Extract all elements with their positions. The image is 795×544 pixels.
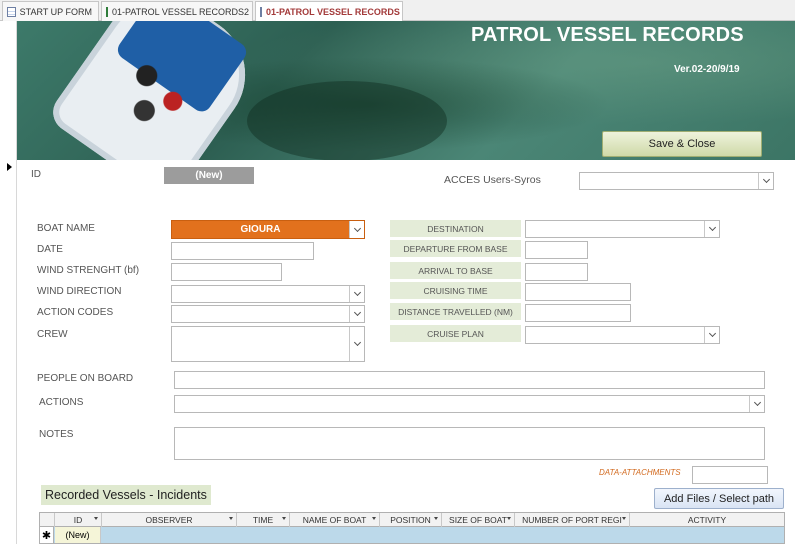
crew-combo[interactable] bbox=[171, 326, 365, 362]
boat-name-value: GIOURA bbox=[240, 224, 281, 235]
chevron-down-icon[interactable] bbox=[349, 306, 364, 322]
column-header-activity[interactable]: ACTIVITY bbox=[630, 513, 784, 527]
table-icon bbox=[106, 6, 108, 17]
column-label: ACTIVITY bbox=[687, 515, 727, 525]
tab-start-up-form[interactable]: START UP FORM bbox=[2, 1, 99, 21]
wind-strength-field[interactable] bbox=[171, 263, 282, 281]
destination-label: DESTINATION bbox=[390, 220, 521, 237]
boat-name-label: BOAT NAME bbox=[37, 223, 95, 234]
boat-name-combo[interactable]: GIOURA bbox=[171, 220, 365, 239]
departure-label: DEPARTURE FROM BASE bbox=[390, 240, 521, 257]
arrival-field[interactable] bbox=[525, 263, 588, 281]
column-header-size-of-boat[interactable]: SIZE OF BOAT bbox=[442, 513, 515, 527]
sort-arrow-icon bbox=[282, 517, 286, 520]
save-close-button[interactable]: Save & Close bbox=[602, 131, 762, 157]
new-record-id-cell[interactable]: (New) bbox=[55, 527, 101, 543]
header-photo-water bbox=[247, 81, 447, 160]
distance-field[interactable] bbox=[525, 304, 631, 322]
sort-arrow-icon bbox=[507, 517, 511, 520]
form-header: PATROL VESSEL RECORDS Ver.02-20/9/19 Sav… bbox=[17, 21, 795, 160]
people-on-board-field[interactable] bbox=[174, 371, 765, 389]
add-files-button[interactable]: Add Files / Select path bbox=[654, 488, 784, 509]
tab-label: 01-PATROL VESSEL RECORDS bbox=[266, 7, 400, 17]
column-label: POSITION bbox=[390, 515, 431, 525]
sort-arrow-icon bbox=[94, 517, 98, 520]
chevron-down-icon[interactable] bbox=[349, 327, 364, 361]
destination-combo[interactable] bbox=[525, 220, 720, 238]
cruise-plan-label: CRUISE PLAN bbox=[390, 325, 521, 342]
chevron-down-icon[interactable] bbox=[349, 286, 364, 302]
arrival-label: ARRIVAL TO BASE bbox=[390, 262, 521, 279]
action-codes-label: ACTION CODES bbox=[37, 307, 114, 318]
chevron-down-icon[interactable] bbox=[704, 221, 719, 237]
column-label: NUMBER OF PORT REGI bbox=[522, 515, 622, 525]
record-selector[interactable] bbox=[0, 21, 17, 544]
date-label: DATE bbox=[37, 244, 63, 255]
chevron-down-icon[interactable] bbox=[749, 396, 764, 412]
data-attachments-label: DATA-ATTACHMENTS bbox=[599, 468, 681, 477]
departure-field[interactable] bbox=[525, 241, 588, 259]
sort-arrow-icon bbox=[622, 517, 626, 520]
sort-arrow-icon bbox=[229, 517, 233, 520]
column-header-time[interactable]: TIME bbox=[237, 513, 290, 527]
subform-title: Recorded Vessels - Incidents bbox=[41, 485, 211, 505]
column-label: OBSERVER bbox=[145, 515, 193, 525]
acces-users-combo[interactable] bbox=[579, 172, 774, 190]
crew-label: CREW bbox=[37, 329, 68, 340]
column-header-port-registry[interactable]: NUMBER OF PORT REGI bbox=[515, 513, 630, 527]
column-header-id[interactable]: ID bbox=[55, 513, 102, 527]
datasheet-header: ID OBSERVER TIME NAME OF BOAT POSITION S… bbox=[40, 513, 784, 527]
column-header-name-of-boat[interactable]: NAME OF BOAT bbox=[290, 513, 380, 527]
date-field[interactable] bbox=[171, 242, 314, 260]
recorded-vessels-datasheet: ID OBSERVER TIME NAME OF BOAT POSITION S… bbox=[39, 512, 785, 544]
sort-arrow-icon bbox=[434, 517, 438, 520]
column-label: TIME bbox=[252, 515, 274, 525]
wind-strength-label: WIND STRENGHT (bf) bbox=[37, 265, 140, 276]
cruise-plan-combo[interactable] bbox=[525, 326, 720, 344]
wind-direction-combo[interactable] bbox=[171, 285, 365, 303]
people-on-board-label: PEOPLE ON BOARD bbox=[37, 373, 134, 384]
actions-combo[interactable] bbox=[174, 395, 765, 413]
action-codes-combo[interactable] bbox=[171, 305, 365, 323]
chevron-down-icon[interactable] bbox=[704, 327, 719, 343]
wind-direction-label: WIND DIRECTION bbox=[37, 286, 122, 297]
chevron-down-icon[interactable] bbox=[758, 173, 773, 189]
column-header-observer[interactable]: OBSERVER bbox=[102, 513, 237, 527]
document-tab-bar: START UP FORM 01-PATROL VESSEL RECORDS2 … bbox=[0, 0, 795, 22]
form-icon bbox=[260, 7, 262, 17]
chevron-down-icon[interactable] bbox=[349, 221, 364, 238]
column-header-position[interactable]: POSITION bbox=[380, 513, 442, 527]
new-record-asterisk-icon: ✱ bbox=[40, 527, 54, 543]
notes-label: NOTES bbox=[39, 429, 74, 440]
form-title: PATROL VESSEL RECORDS bbox=[471, 24, 744, 46]
acces-users-label: ACCES Users-Syros bbox=[444, 174, 541, 186]
id-label: ID bbox=[31, 169, 41, 180]
select-all-corner[interactable] bbox=[40, 513, 55, 527]
column-label: NAME OF BOAT bbox=[302, 515, 367, 525]
tab-patrol-vessel-records2[interactable]: 01-PATROL VESSEL RECORDS2 bbox=[101, 1, 253, 21]
cruising-time-label: CRUISING TIME bbox=[390, 282, 521, 299]
form-icon bbox=[7, 6, 16, 17]
new-record-row[interactable] bbox=[40, 527, 784, 543]
notes-field[interactable] bbox=[174, 427, 765, 460]
cruising-time-field[interactable] bbox=[525, 283, 631, 301]
sort-arrow-icon bbox=[372, 517, 376, 520]
tab-label: START UP FORM bbox=[19, 6, 92, 17]
id-field[interactable]: (New) bbox=[164, 167, 254, 184]
column-label: ID bbox=[73, 515, 83, 525]
version-label: Ver.02-20/9/19 bbox=[674, 64, 740, 75]
tab-patrol-vessel-records[interactable]: 01-PATROL VESSEL RECORDS bbox=[255, 1, 403, 22]
actions-label: ACTIONS bbox=[39, 397, 84, 408]
distance-label: DISTANCE TRAVELLED (NM) bbox=[390, 303, 521, 320]
column-label: SIZE OF BOAT bbox=[449, 515, 507, 525]
current-record-arrow-icon bbox=[7, 163, 12, 171]
tab-label: 01-PATROL VESSEL RECORDS2 bbox=[112, 6, 250, 17]
data-attachments-field[interactable] bbox=[692, 466, 768, 484]
